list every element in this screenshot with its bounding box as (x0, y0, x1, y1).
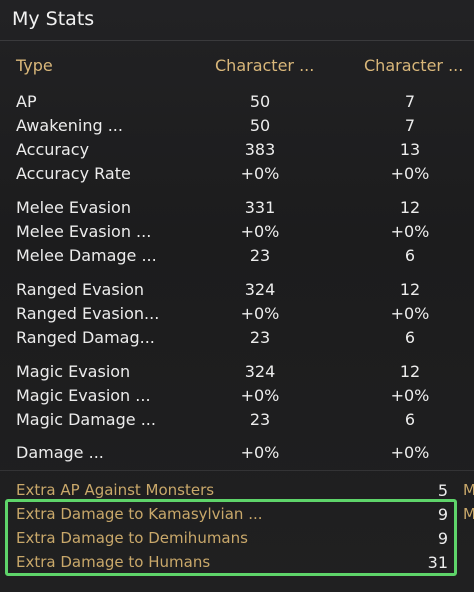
stat-row: Ranged Evasion... +0% +0% (0, 304, 474, 328)
stat-value-2: 6 (404, 328, 416, 347)
stat-row: Ranged Evasion 324 12 (0, 280, 474, 304)
stat-label: Melee Evasion ... (16, 222, 152, 241)
stat-value-1: 324 (244, 280, 276, 299)
stat-value-1: 324 (244, 362, 276, 381)
stat-label: Ranged Evasion (16, 280, 145, 299)
stat-value-2: +0% (390, 386, 430, 405)
extra-stat-value: 5 (437, 481, 448, 500)
stat-row: Accuracy 383 13 (0, 140, 474, 164)
section-divider (0, 470, 474, 471)
extra-stat-side-text: M (463, 505, 474, 523)
stat-label: Accuracy (16, 140, 90, 159)
stat-value-2: +0% (390, 222, 430, 241)
stat-label: Melee Evasion (16, 198, 131, 217)
stat-value-2: 6 (404, 246, 416, 265)
stat-row: Accuracy Rate +0% +0% (0, 164, 474, 188)
column-header-type[interactable]: Type (16, 56, 53, 78)
extra-stat-side-text: M (463, 481, 474, 499)
stat-value-1: 23 (249, 410, 271, 429)
stat-value-1: 331 (244, 198, 276, 217)
stat-value-1: +0% (240, 304, 280, 323)
column-header-character-2[interactable]: Character ... (364, 56, 463, 78)
stat-value-2: 7 (404, 116, 416, 135)
stat-label: AP (16, 92, 37, 111)
panel-title: My Stats (12, 8, 95, 30)
stat-label: Ranged Evasion... (16, 304, 160, 323)
stat-value-1: 383 (244, 140, 276, 159)
stat-label: Melee Damage ... (16, 246, 157, 265)
title-divider (0, 40, 474, 41)
stat-row: AP 50 7 (0, 92, 474, 116)
stat-value-1: 50 (249, 92, 271, 111)
stat-value-1: +0% (240, 443, 280, 462)
column-header-character-1[interactable]: Character ... (215, 56, 314, 78)
extra-stat-label: Extra AP Against Monsters (16, 481, 215, 499)
stat-value-2: 13 (399, 140, 421, 159)
stat-value-2: 12 (399, 280, 421, 299)
stat-value-1: 23 (249, 328, 271, 347)
stat-value-2: +0% (390, 443, 430, 462)
stat-row: Damage ... +0% +0% (0, 443, 474, 467)
stat-label: Accuracy Rate (16, 164, 131, 183)
stat-row: Magic Evasion 324 12 (0, 362, 474, 386)
stat-row: Melee Damage ... 23 6 (0, 246, 474, 270)
stat-value-1: +0% (240, 386, 280, 405)
my-stats-panel: My Stats Type Character ... Character ..… (0, 0, 474, 592)
stat-row: Magic Evasion ... +0% +0% (0, 386, 474, 410)
stat-value-2: 6 (404, 410, 416, 429)
highlight-box (5, 499, 457, 576)
stat-label: Ranged Damag... (16, 328, 155, 347)
stat-value-1: 23 (249, 246, 271, 265)
stat-row: Melee Evasion 331 12 (0, 198, 474, 222)
stat-value-1: +0% (240, 164, 280, 183)
stat-value-2: 12 (399, 362, 421, 381)
stat-value-2: 12 (399, 198, 421, 217)
stat-value-2: +0% (390, 164, 430, 183)
stat-label: Magic Evasion ... (16, 386, 151, 405)
stat-value-2: 7 (404, 92, 416, 111)
stat-row: Awakening ... 50 7 (0, 116, 474, 140)
stat-value-1: 50 (249, 116, 271, 135)
stat-value-2: +0% (390, 304, 430, 323)
stat-label: Magic Evasion (16, 362, 131, 381)
stat-value-1: +0% (240, 222, 280, 241)
stat-row: Melee Evasion ... +0% +0% (0, 222, 474, 246)
stat-row: Magic Damage ... 23 6 (0, 410, 474, 434)
stat-label: Magic Damage ... (16, 410, 156, 429)
stat-row: Ranged Damag... 23 6 (0, 328, 474, 352)
stat-label: Damage ... (16, 443, 104, 462)
stat-label: Awakening ... (16, 116, 123, 135)
